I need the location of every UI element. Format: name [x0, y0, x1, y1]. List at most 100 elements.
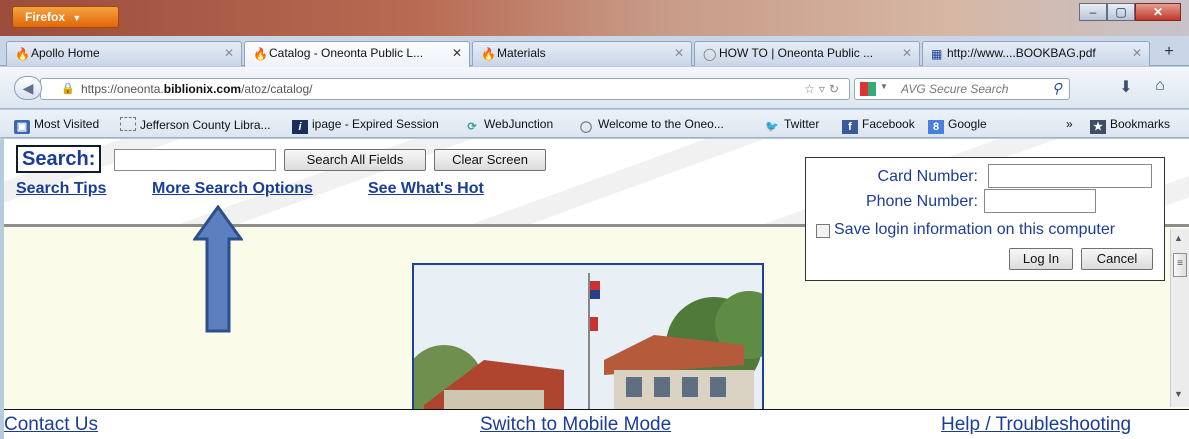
search-tips-link[interactable]: Search Tips: [16, 180, 106, 198]
search-engine-box[interactable]: ▼ AVG Secure Search ⚲: [854, 78, 1070, 100]
bookmark-webjunction[interactable]: ⟳ WebJunction: [464, 117, 553, 134]
close-tab-icon[interactable]: ✕: [224, 46, 234, 60]
tab-bookbag-pdf[interactable]: ▦ http://www....BOOKBAG.pdf ✕: [922, 41, 1150, 66]
phone-number-label: Phone Number:: [865, 193, 978, 210]
library-building-photo: [412, 263, 764, 413]
log-in-button[interactable]: Log In: [1009, 248, 1073, 270]
tab-label: Apollo Home: [31, 46, 100, 60]
lock-icon: 🔒: [61, 83, 75, 95]
scroll-up-icon[interactable]: ▲: [1174, 233, 1183, 243]
dropdown-history-icon[interactable]: ▿: [819, 82, 829, 96]
search-engine-placeholder: AVG Secure Search: [901, 82, 1009, 96]
reload-icon[interactable]: ↻: [829, 82, 843, 96]
url-path: /atoz/catalog/: [241, 82, 313, 96]
card-number-field[interactable]: [988, 164, 1152, 188]
bookmarks-star-icon: ★: [1090, 120, 1106, 134]
address-bar[interactable]: 🔒 https://oneonta.biblionix.com/atoz/cat…: [40, 78, 850, 100]
bookmark-label: WebJunction: [484, 117, 554, 131]
tab-how-to[interactable]: ◯ HOW TO | Oneonta Public ... ✕: [694, 41, 920, 66]
bookmark-most-visited[interactable]: ▣ Most Visited: [14, 117, 99, 134]
bookmarks-overflow-button[interactable]: »: [1066, 117, 1073, 131]
cancel-button[interactable]: Cancel: [1081, 248, 1153, 270]
tab-apollo-home[interactable]: 🔥 Apollo Home ✕: [6, 41, 242, 66]
scrollbar-thumb[interactable]: ≡: [1173, 253, 1187, 277]
library-photo-svg: [414, 265, 762, 411]
firefox-menu-button[interactable]: Firefox ▼: [12, 6, 119, 28]
flame-icon: 🔥: [481, 47, 496, 61]
firefox-menu-label: Firefox: [25, 10, 66, 24]
url-host: biblionix.com: [163, 82, 242, 96]
card-number-label: Card Number:: [877, 168, 978, 185]
globe-icon: ◯: [579, 121, 593, 133]
bookmark-facebook[interactable]: f Facebook: [842, 117, 915, 134]
twitter-icon: 🐦: [765, 121, 779, 133]
flame-icon: 🔥: [253, 47, 268, 61]
bookmark-ipage[interactable]: i ipage - Expired Session: [292, 117, 439, 134]
chevron-down-icon: ▼: [72, 13, 82, 23]
back-button[interactable]: ◀: [14, 76, 42, 100]
see-whats-hot-link[interactable]: See What's Hot: [368, 180, 484, 198]
url-prefix: https://oneonta.: [81, 82, 164, 96]
minimize-button[interactable]: –: [1079, 3, 1107, 21]
bookmark-google[interactable]: 8 Google: [928, 117, 987, 134]
bookmark-label: Jefferson County Libra...: [140, 118, 271, 132]
title-bar: Firefox ▼ – ▢ ✕: [0, 0, 1189, 36]
navigation-bar: 🔒 https://oneonta.biblionix.com/atoz/cat…: [0, 67, 1189, 109]
tab-label: http://www....BOOKBAG.pdf: [947, 46, 1096, 60]
window-controls: – ▢ ✕: [1079, 3, 1181, 21]
page-footer: Contact Us Switch to Mobile Mode Help / …: [4, 409, 1189, 439]
tab-label: Materials: [497, 46, 546, 60]
tab-label: Catalog - Oneonta Public L...: [269, 46, 424, 60]
flame-icon: 🔥: [15, 47, 30, 61]
star-bookmark-icon[interactable]: ☆: [804, 82, 819, 96]
new-tab-button[interactable]: +: [1155, 43, 1183, 65]
page-icon: [120, 117, 136, 131]
facebook-icon: f: [842, 120, 858, 134]
close-tab-icon[interactable]: ✕: [1132, 46, 1142, 60]
maximize-button[interactable]: ▢: [1107, 3, 1135, 21]
tab-materials[interactable]: 🔥 Materials ✕: [472, 41, 692, 66]
save-login-label: Save login information on this computer: [834, 221, 1116, 238]
close-window-button[interactable]: ✕: [1135, 3, 1181, 21]
bookmark-label: Google: [948, 117, 987, 131]
url-actions: ☆▿↻: [804, 82, 843, 96]
bookmarks-menu-label: Bookmarks: [1110, 117, 1171, 131]
search-icon[interactable]: ⚲: [1052, 80, 1062, 97]
more-search-options-link[interactable]: More Search Options: [152, 180, 313, 198]
most-visited-icon: ▣: [14, 120, 30, 134]
download-icon[interactable]: ⬇: [1114, 77, 1138, 99]
bookmark-label: ipage - Expired Session: [312, 117, 439, 131]
bookmark-twitter[interactable]: 🐦 Twitter: [764, 117, 819, 134]
pdf-grid-icon: ▦: [931, 47, 943, 61]
save-login-checkbox[interactable]: [816, 224, 830, 238]
scroll-down-icon[interactable]: ▼: [1174, 389, 1183, 399]
login-panel: Card Number: Phone Number: Save login in…: [805, 157, 1165, 281]
search-all-fields-button[interactable]: Search All Fields: [284, 149, 426, 171]
up-arrow-annotation: [193, 205, 243, 333]
back-arrow-icon: ◀: [22, 80, 34, 96]
ipage-icon: i: [292, 120, 308, 134]
bookmarks-menu-button[interactable]: ★ Bookmarks: [1090, 117, 1170, 134]
home-icon[interactable]: ⌂: [1148, 77, 1172, 99]
bookmark-label: Welcome to the Oneo...: [598, 117, 724, 131]
contact-us-link[interactable]: Contact Us: [4, 414, 98, 436]
search-input[interactable]: [114, 149, 276, 171]
globe-icon: ◯: [703, 47, 717, 61]
search-heading: Search:: [16, 145, 102, 173]
bookmark-label: Most Visited: [34, 117, 100, 131]
tab-catalog[interactable]: 🔥 Catalog - Oneonta Public L... ✕: [244, 41, 470, 67]
engine-dropdown-icon[interactable]: ▼: [880, 82, 888, 91]
phone-number-field[interactable]: [984, 189, 1096, 213]
page-scrollbar[interactable]: ▲ ≡ ▼: [1170, 229, 1189, 407]
tab-strip: 🔥 Apollo Home ✕ 🔥 Catalog - Oneonta Publ…: [0, 36, 1189, 67]
close-tab-icon[interactable]: ✕: [452, 46, 462, 60]
switch-mobile-link[interactable]: Switch to Mobile Mode: [480, 414, 671, 436]
close-tab-icon[interactable]: ✕: [902, 46, 912, 60]
bookmark-welcome-oneonta[interactable]: ◯ Welcome to the Oneo...: [578, 117, 724, 134]
help-troubleshooting-link[interactable]: Help / Troubleshooting: [941, 414, 1131, 436]
clear-screen-button[interactable]: Clear Screen: [434, 149, 546, 171]
close-tab-icon[interactable]: ✕: [674, 46, 684, 60]
google-icon: 8: [928, 120, 944, 134]
bookmark-label: Facebook: [862, 117, 915, 131]
bookmark-jefferson[interactable]: Jefferson County Libra...: [120, 117, 271, 132]
